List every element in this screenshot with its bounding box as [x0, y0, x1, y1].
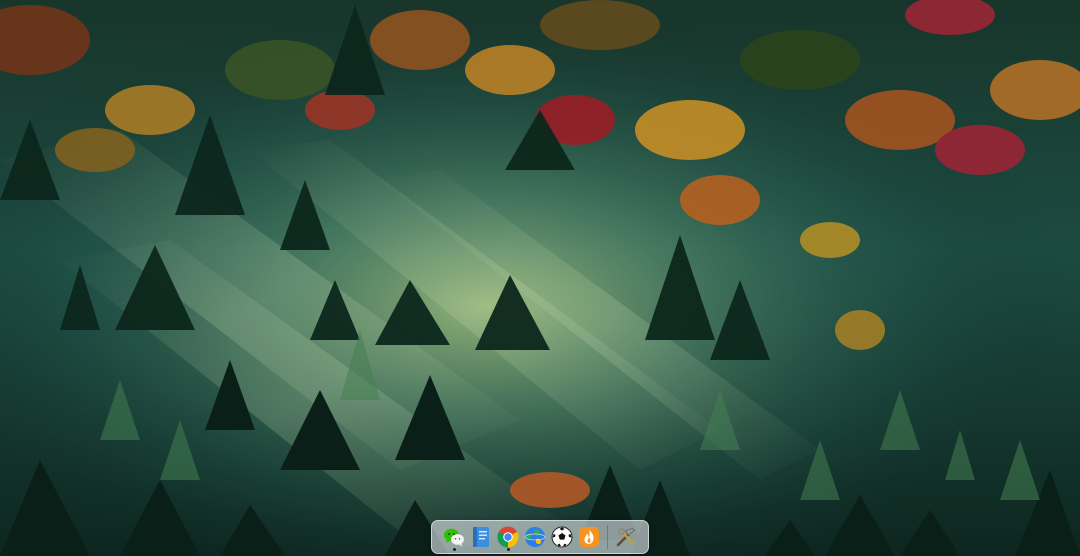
- soccer-ball-icon: [551, 526, 573, 548]
- notes-app-icon: [473, 527, 489, 547]
- dock-item-flame[interactable]: [577, 523, 601, 551]
- dock-separator: [607, 525, 608, 549]
- wechat-icon: [444, 528, 465, 547]
- maps-globe-icon: [524, 527, 546, 547]
- running-indicator: [452, 548, 456, 551]
- dock-item-soccer[interactable]: [550, 523, 574, 551]
- dock-item-maps[interactable]: [523, 523, 547, 551]
- desktop[interactable]: [0, 0, 1080, 556]
- flame-app-icon: [579, 527, 599, 547]
- wallpaper: [0, 0, 1080, 556]
- dock: [431, 520, 649, 554]
- dock-item-chrome[interactable]: [496, 523, 520, 551]
- dock-item-notes[interactable]: [469, 523, 493, 551]
- dock-item-wechat[interactable]: [442, 523, 466, 551]
- tools-icon: [616, 528, 635, 547]
- running-indicator: [506, 548, 510, 551]
- chrome-icon: [497, 526, 519, 548]
- dock-item-tools[interactable]: [614, 523, 638, 551]
